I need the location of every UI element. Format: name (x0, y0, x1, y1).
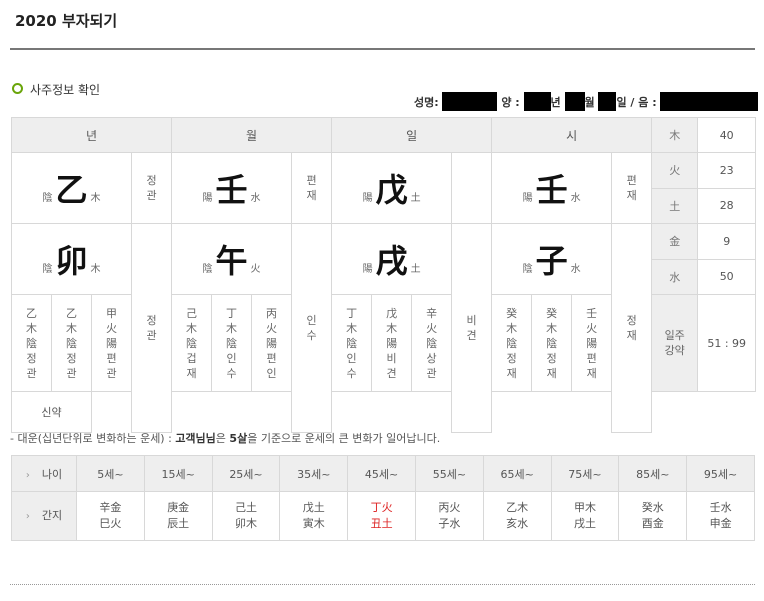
branch-char: 戌 (375, 242, 408, 280)
element-name: 火 (651, 152, 699, 189)
hidden-stem-cell: 癸木陰정재 (491, 294, 533, 392)
stem-char: 壬 (215, 171, 248, 209)
strength-value: 51 : 99 (697, 294, 757, 392)
stem-god: 정관 (130, 152, 173, 224)
stem-cell: 陰乙木 (11, 152, 132, 224)
daeun-age: 65세~ (482, 455, 552, 492)
daeun-age: 95세~ (686, 455, 755, 492)
chevron-right-icon: › (25, 510, 30, 522)
daeun-age: 15세~ (143, 455, 213, 492)
strength-result: 신약 (11, 391, 92, 433)
stem-god: 편재 (291, 152, 333, 224)
stem-char: 戊 (375, 171, 408, 209)
saju-table: 년 월 일 시 木 40 陰乙木 정관 陽壬水 편재 陽戊土 陽壬水 편재 火 … (10, 117, 757, 433)
pillar-header-hour: 시 (491, 117, 653, 153)
hidden-stem-cell: 丁木陰인수 (211, 294, 253, 392)
year-label: 년 (550, 95, 561, 109)
branch-char: 卯 (55, 242, 88, 280)
daeun-ganji: 乙木 亥水 (482, 491, 552, 541)
element-value: 28 (697, 187, 757, 224)
branch-char: 子 (535, 242, 568, 280)
bottom-divider (10, 584, 755, 585)
element-value: 50 (697, 258, 757, 295)
branch-god: 정관 (130, 223, 173, 433)
redacted-day (598, 92, 617, 111)
daeun-age: 85세~ (618, 455, 688, 492)
element-name: 水 (651, 258, 699, 295)
stem-god (451, 152, 493, 224)
daeun-note: - 대운(십년단위로 변화하는 운세) : 고객님님은 5살을 기준으로 운세의… (10, 432, 441, 445)
element-value: 9 (697, 223, 757, 260)
day-label: 일 / 음 : (616, 95, 657, 109)
daeun-age: 55세~ (414, 455, 484, 492)
stem-char: 乙 (55, 171, 88, 209)
redacted-lunar (660, 92, 759, 111)
name-label: 성명: (414, 95, 439, 109)
element-name: 金 (651, 223, 699, 260)
daeun-age: 45세~ (347, 455, 416, 492)
hidden-stem-cell: 乙木陰정관 (11, 294, 52, 392)
solar-label: 양 : (501, 95, 520, 109)
stem-char: 壬 (535, 171, 568, 209)
hidden-stem-cell: 壬火陽편재 (571, 294, 613, 392)
page-title: 2020 부자되기 (15, 12, 118, 30)
daeun-age: 5세~ (76, 455, 145, 492)
daeun-ganji: 庚金 辰土 (143, 491, 213, 541)
branch-cell: 陰子水 (491, 223, 613, 295)
redacted-year (523, 92, 551, 111)
hidden-stem-cell: 甲火陽편관 (91, 294, 132, 392)
element-value: 40 (697, 117, 757, 153)
stem-cell: 陽壬水 (171, 152, 293, 224)
daeun-age: 25세~ (211, 455, 281, 492)
section-title: 사주정보 확인 (30, 83, 101, 97)
daeun-ganji: 辛金 巳火 (76, 491, 145, 541)
daeun-age: 35세~ (279, 455, 349, 492)
month-label: 월 (584, 95, 595, 109)
branch-cell: 陰卯木 (11, 223, 132, 295)
daeun-ganji: 戊土 寅木 (279, 491, 349, 541)
element-name: 木 (651, 117, 699, 153)
stem-cell: 陽壬水 (491, 152, 613, 224)
branch-cell: 陰午火 (171, 223, 293, 295)
birth-info: 성명: 양 : 년 월 일 / 음 : (414, 92, 759, 111)
stem-god: 편재 (611, 152, 653, 224)
daeun-ganji: 壬水 申金 (686, 491, 755, 541)
stem-cell: 陽戊土 (331, 152, 453, 224)
daeun-ganji: 甲木 戌土 (550, 491, 620, 541)
hidden-stem-cell: 癸木陰정재 (531, 294, 573, 392)
pillar-header-month: 월 (171, 117, 333, 153)
branch-god: 비견 (451, 223, 493, 433)
age-row-header: › 나이 (11, 455, 77, 492)
section-bullet-icon (12, 83, 23, 94)
pillar-header-day: 일 (331, 117, 493, 153)
hidden-stem-cell: 己木陰겁재 (171, 294, 213, 392)
daeun-ganji: 癸水 酉金 (618, 491, 688, 541)
hidden-stem-cell: 乙木陰정관 (51, 294, 92, 392)
branch-char: 午 (215, 242, 248, 280)
redacted-month (564, 92, 585, 111)
pillar-header-year: 년 (10, 117, 173, 153)
strength-label: 일주 강약 (651, 294, 699, 392)
title-divider (10, 48, 755, 50)
branch-god: 정재 (611, 223, 653, 433)
element-name: 土 (651, 187, 699, 224)
redacted-name (442, 92, 498, 111)
daeun-ganji: 丙火 子水 (414, 491, 484, 541)
hidden-stem-cell: 丙火陽편인 (251, 294, 293, 392)
daeun-age: 75세~ (550, 455, 620, 492)
hidden-stem-cell: 丁木陰인수 (331, 294, 373, 392)
hidden-stem-cell: 辛火陰상관 (411, 294, 453, 392)
daeun-table: › 나이 5세~ 15세~ 25세~ 35세~ 45세~ 55세~ 65세~ 75세~ 85세~ 9… (11, 455, 755, 541)
branch-cell: 陽戌土 (331, 223, 453, 295)
hidden-stem-cell: 戊木陽비견 (371, 294, 413, 392)
daeun-ganji: 己土 卯木 (211, 491, 281, 541)
ganji-row-header: › 간지 (11, 491, 77, 541)
element-value: 23 (697, 152, 757, 189)
branch-god: 인수 (291, 223, 333, 433)
daeun-ganji: 丁火 丑土 (347, 491, 416, 541)
chevron-right-icon: › (25, 469, 30, 481)
